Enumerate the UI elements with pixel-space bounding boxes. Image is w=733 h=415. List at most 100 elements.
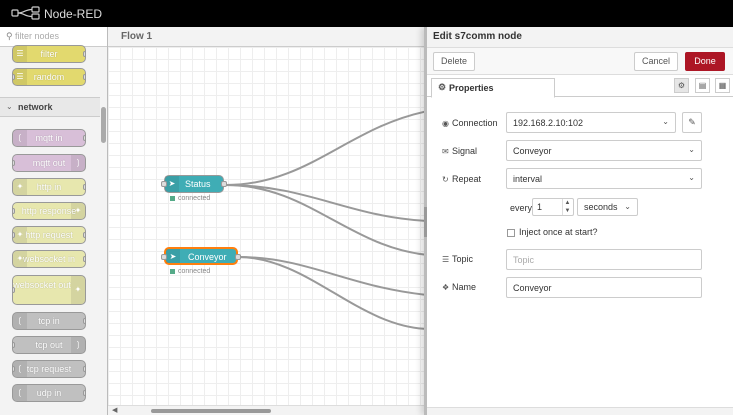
- node-settings-gear-icon[interactable]: ⚙: [674, 78, 689, 93]
- palette-node-udp-in[interactable]: ❲ udp in: [12, 384, 86, 402]
- tab-label: Properties: [449, 83, 494, 93]
- palette-node-websocket-in[interactable]: ✦ websocket in: [12, 250, 86, 268]
- palette-node-label: websocket out: [13, 280, 71, 290]
- signal-select[interactable]: Conveyor ⌄: [506, 140, 702, 161]
- name-input[interactable]: Conveyor: [506, 277, 702, 298]
- globe-icon: ✦: [71, 276, 85, 304]
- input-port[interactable]: [161, 254, 167, 260]
- search-icon: ⚲: [6, 31, 13, 41]
- palette-node-label: filter: [40, 49, 58, 59]
- tray-toolbar: Delete Cancel Done: [427, 48, 733, 75]
- wire: [237, 256, 424, 330]
- node-palette: ⚲ filter nodes ☰ filter ☰ random ⌄ netwo…: [0, 27, 108, 415]
- flow-canvas[interactable]: ➤ Status connected ➤ Conveyor connected: [108, 47, 424, 405]
- palette-node-filter[interactable]: ☰ filter: [12, 45, 86, 63]
- scrollbar-thumb[interactable]: [151, 409, 271, 413]
- output-port: [83, 256, 85, 262]
- scroll-left-icon[interactable]: ◀: [112, 406, 117, 414]
- every-number-stepper[interactable]: 1 ▲ ▼: [532, 198, 574, 216]
- output-port: [83, 232, 85, 238]
- done-button[interactable]: Done: [685, 52, 725, 71]
- category-label: network: [18, 102, 53, 112]
- palette-node-http-in[interactable]: ✦ http in: [12, 178, 86, 196]
- palette-node-label: tcp in: [38, 316, 60, 326]
- output-port: [83, 51, 85, 57]
- chevron-down-icon: ⌄: [662, 117, 669, 126]
- palette-scrollbar[interactable]: [101, 107, 106, 143]
- name-label-text: Name: [452, 282, 477, 292]
- node-appearance-icon[interactable]: ▦: [715, 78, 730, 93]
- edit-connection-pencil-icon[interactable]: ✎: [682, 112, 702, 133]
- chevron-down-icon: ⌄: [6, 102, 13, 111]
- node-status-text: connected: [178, 195, 211, 202]
- node-red-logo-icon: [11, 6, 40, 20]
- tab-properties[interactable]: ⚙ Properties: [431, 78, 555, 98]
- palette-node-http-response[interactable]: ✦ http response: [12, 202, 86, 220]
- connection-label-text: Connection: [452, 118, 498, 128]
- tray-tab-bar: ⚙ Properties ⚙ ▤ ▦: [427, 75, 733, 98]
- palette-search-input[interactable]: ⚲ filter nodes: [0, 27, 107, 47]
- header-bar: Node-RED: [0, 0, 733, 27]
- wire: [237, 256, 424, 296]
- palette-node-websocket-out[interactable]: ✦ websocket out: [12, 275, 86, 305]
- output-port: [83, 318, 85, 324]
- repeat-select[interactable]: interval ⌄: [506, 168, 702, 189]
- every-unit-select[interactable]: seconds ⌄: [577, 198, 638, 216]
- signal-value: Conveyor: [513, 146, 552, 156]
- flow-node-conveyor[interactable]: ➤ Conveyor: [161, 247, 241, 265]
- flow-wires: [225, 110, 424, 330]
- output-port: [83, 390, 85, 396]
- wire: [225, 184, 424, 256]
- palette-node-random[interactable]: ☰ random: [12, 68, 86, 86]
- connection-label: ◉ Connection: [442, 118, 498, 128]
- tasks-icon: ☰: [442, 255, 450, 264]
- output-port[interactable]: [235, 254, 241, 260]
- palette-node-http-request[interactable]: ✦ http request: [12, 226, 86, 244]
- connection-select[interactable]: 192.168.2.10:102 ⌄: [506, 112, 676, 133]
- tray-title: Edit s7comm node: [433, 31, 522, 42]
- node-red-app: Node-RED ⚲ filter nodes ☰ filter ☰ rando…: [0, 0, 733, 415]
- status-dot-icon: [170, 268, 175, 274]
- node-description-doc-icon[interactable]: ▤: [695, 78, 710, 93]
- output-port: [83, 366, 85, 372]
- palette-node-tcp-request[interactable]: ❲ tcp request: [12, 360, 86, 378]
- chevron-down-icon: ⌄: [624, 202, 631, 211]
- cancel-button[interactable]: Cancel: [634, 52, 678, 71]
- workspace-horizontal-scrollbar[interactable]: ◀: [108, 405, 424, 415]
- topic-label: ☰ Topic: [442, 254, 473, 264]
- palette-node-label: http request: [25, 230, 73, 240]
- input-port[interactable]: [161, 181, 167, 187]
- tray-header: Edit s7comm node: [427, 27, 733, 48]
- repeat-icon: ↻: [442, 175, 449, 184]
- envelope-icon: ✉: [442, 147, 449, 156]
- tab-flow-1[interactable]: Flow 1: [121, 31, 152, 42]
- palette-node-mqtt-in[interactable]: ❲ mqtt in: [12, 129, 86, 147]
- palette-node-mqtt-out[interactable]: ❳ mqtt out: [12, 154, 86, 172]
- output-port: [83, 74, 85, 80]
- input-port: [13, 232, 15, 238]
- palette-node-label: tcp request: [26, 364, 72, 374]
- flow-node-status[interactable]: ➤ Status: [161, 175, 227, 193]
- signal-label-text: Signal: [452, 146, 478, 156]
- palette-node-label: http response: [21, 206, 77, 216]
- delete-button[interactable]: Delete: [433, 52, 475, 71]
- palette-node-label: mqtt out: [32, 158, 66, 168]
- repeat-value: interval: [513, 174, 543, 184]
- palette-node-tcp-in[interactable]: ❲ tcp in: [12, 312, 86, 330]
- palette-node-tcp-out[interactable]: ❳ tcp out: [12, 336, 86, 354]
- palette-category-network[interactable]: ⌄ network: [0, 97, 100, 117]
- edit-tray: Edit s7comm node Delete Cancel Done ⚙ Pr…: [424, 27, 733, 415]
- spinner-up-icon[interactable]: ▲: [562, 199, 572, 207]
- node-status: connected: [170, 268, 210, 275]
- workspace-tab-bar: Flow 1: [108, 27, 424, 47]
- gear-icon: ⚙: [438, 82, 447, 92]
- topic-input[interactable]: Topic: [506, 249, 702, 270]
- output-port: [83, 184, 85, 190]
- repeat-label: ↻ Repeat: [442, 174, 481, 184]
- every-unit-value: seconds: [584, 202, 618, 212]
- output-port[interactable]: [221, 181, 227, 187]
- spinner-down-icon[interactable]: ▼: [562, 207, 572, 215]
- tray-resize-handle[interactable]: [424, 207, 427, 237]
- inject-once-checkbox[interactable]: [507, 229, 515, 237]
- input-port: [13, 208, 15, 214]
